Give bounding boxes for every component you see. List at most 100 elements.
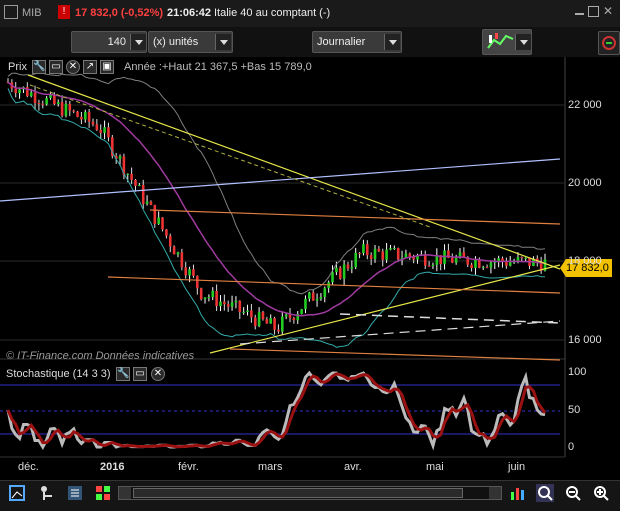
- chevron-down-icon[interactable]: [130, 34, 146, 50]
- price-chart[interactable]: [0, 57, 620, 477]
- close-icon[interactable]: ✕: [603, 4, 613, 18]
- candle: [489, 262, 493, 268]
- candle: [188, 269, 191, 276]
- candle: [362, 244, 365, 254]
- indicators-icon[interactable]: [508, 484, 526, 502]
- period-label: Journalier: [317, 36, 366, 48]
- candle: [485, 266, 489, 268]
- horizontal-scrollbar[interactable]: [118, 486, 502, 500]
- candle: [423, 254, 427, 266]
- candle: [315, 298, 319, 301]
- candle: [242, 311, 245, 313]
- candle: [277, 329, 280, 332]
- candle: [265, 319, 269, 324]
- chart-type-button[interactable]: [482, 29, 532, 55]
- candle: [211, 290, 215, 298]
- units-value: 140: [107, 36, 126, 48]
- candle: [365, 244, 369, 256]
- tools-icon[interactable]: [598, 31, 620, 55]
- candle: [431, 264, 435, 266]
- candle: [354, 253, 357, 268]
- candle: [280, 316, 284, 332]
- candle: [261, 311, 265, 320]
- network-icon[interactable]: [38, 484, 56, 502]
- chevron-down-icon[interactable]: [515, 34, 531, 50]
- candle: [130, 173, 133, 180]
- candle: [323, 288, 327, 298]
- candle: [369, 255, 373, 260]
- last-price: 17 832,0 (-0,52%): [75, 7, 164, 19]
- candle: [64, 103, 68, 116]
- candle: [176, 252, 180, 255]
- candle: [246, 310, 249, 312]
- candle: [165, 229, 168, 236]
- zoom-fit-icon[interactable]: [536, 484, 554, 502]
- maximize-icon[interactable]: [588, 6, 599, 17]
- minimize-icon[interactable]: [575, 13, 584, 15]
- candle: [192, 269, 195, 276]
- chart-zoom-icon[interactable]: [8, 484, 26, 502]
- symbol-icon[interactable]: [4, 5, 18, 19]
- grid-icon[interactable]: [94, 484, 112, 502]
- chevron-down-icon[interactable]: [215, 34, 231, 50]
- price-info: Année :+Haut 21 367,5 +Bas 15 789,0: [124, 61, 312, 73]
- save-icon[interactable]: ▣: [100, 60, 114, 74]
- candle: [284, 314, 288, 317]
- candle: [269, 318, 273, 324]
- candle: [80, 116, 83, 120]
- alert-icon[interactable]: !: [58, 5, 70, 19]
- time-label: 21:06:42: [167, 7, 212, 19]
- candle: [508, 262, 512, 266]
- candle: [230, 302, 234, 307]
- candle: [172, 246, 176, 255]
- candle: [149, 201, 153, 205]
- candle: [450, 257, 454, 263]
- x-tick-jun: juin: [508, 461, 526, 473]
- period-select[interactable]: Journalier: [312, 31, 402, 53]
- candle: [56, 102, 60, 104]
- scroll-left-icon[interactable]: [119, 487, 131, 499]
- units-input[interactable]: 140: [71, 31, 147, 53]
- candle: [373, 248, 377, 260]
- scroll-thumb[interactable]: [133, 488, 463, 498]
- candle: [199, 288, 203, 300]
- wrench-icon[interactable]: 🔧: [32, 60, 46, 74]
- candle: [253, 317, 257, 327]
- candle: [53, 94, 56, 104]
- chevron-down-icon[interactable]: [384, 34, 400, 50]
- candle: [377, 248, 381, 252]
- units-select[interactable]: (x) unités: [148, 31, 233, 53]
- candle: [250, 310, 253, 318]
- candle: [481, 266, 485, 268]
- list-icon[interactable]: [66, 484, 84, 502]
- candle: [215, 290, 218, 307]
- price-pane-title: Prix: [8, 61, 27, 73]
- candle: [145, 201, 149, 204]
- candle: [396, 248, 400, 260]
- candle: [134, 179, 137, 186]
- window-icon[interactable]: ▭: [49, 60, 63, 74]
- zoom-out-icon[interactable]: [564, 484, 582, 502]
- x-tick-dec: déc.: [18, 461, 39, 473]
- scroll-right-icon[interactable]: [489, 487, 501, 499]
- candle: [292, 318, 296, 321]
- candle: [427, 265, 431, 267]
- candle: [118, 156, 122, 159]
- zoom-in-icon[interactable]: [592, 484, 610, 502]
- candle: [350, 267, 354, 269]
- y-tick-22000: 22 000: [568, 99, 602, 111]
- close-pane-icon[interactable]: ✕: [151, 367, 165, 381]
- candle: [153, 204, 157, 224]
- candle: [33, 92, 37, 104]
- export-icon[interactable]: ↗: [83, 60, 97, 74]
- candle: [203, 297, 207, 300]
- chart-area[interactable]: Prix 🔧 ▭ ✕ ↗ ▣ Année :+Haut 21 367,5 +Ba…: [0, 57, 620, 477]
- candle: [99, 129, 103, 133]
- wrench-icon[interactable]: 🔧: [116, 367, 130, 381]
- controls-bar: 140 (x) unités Journalier: [0, 27, 620, 57]
- close-pane-icon[interactable]: ✕: [66, 60, 80, 74]
- candle: [184, 267, 188, 276]
- candle: [505, 261, 508, 266]
- window-icon[interactable]: ▭: [133, 367, 147, 381]
- candle: [462, 252, 466, 258]
